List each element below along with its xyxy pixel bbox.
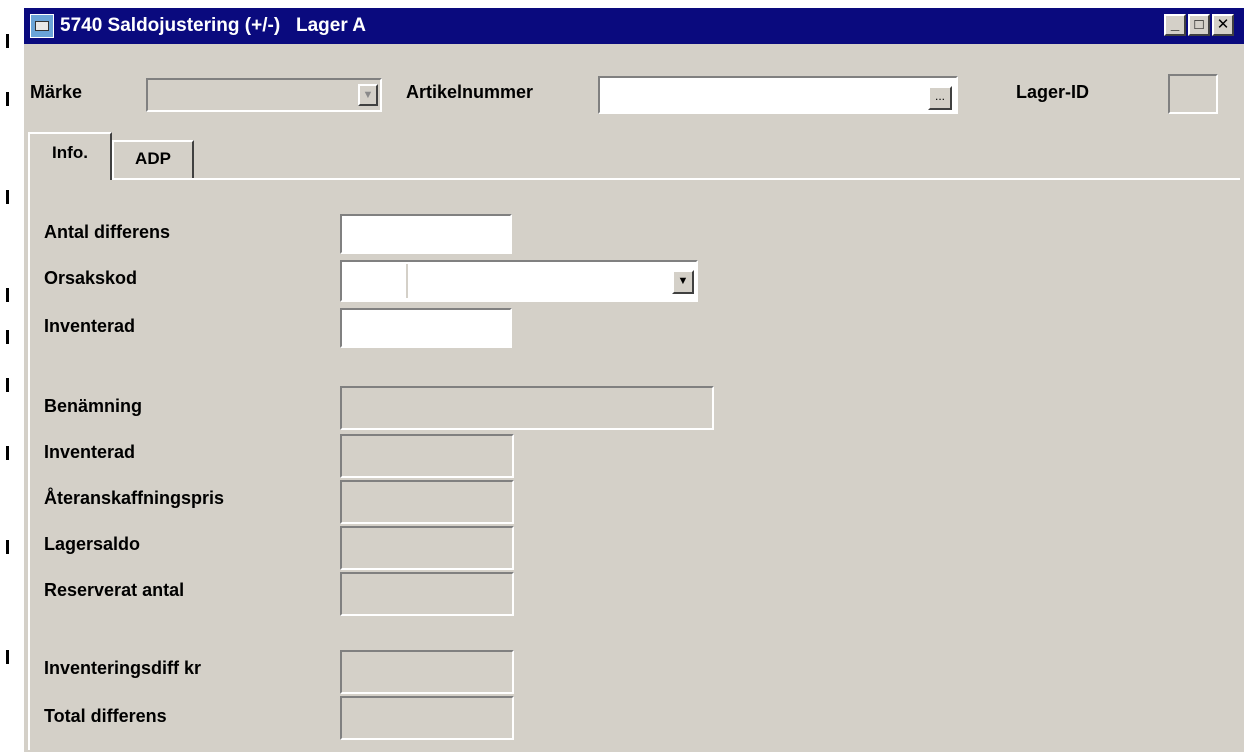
edge-mark xyxy=(6,650,9,664)
marke-label: Märke xyxy=(30,82,83,102)
artikelnummer-field[interactable] xyxy=(598,76,958,114)
orsakskod-label: Orsakskod xyxy=(44,268,138,288)
artikelnummer-input[interactable] xyxy=(600,78,956,112)
antal-differens-field[interactable] xyxy=(340,214,512,254)
inventerad-input[interactable] xyxy=(342,310,510,346)
close-button[interactable]: ✕ xyxy=(1212,14,1234,36)
inventerad-field[interactable] xyxy=(340,308,512,348)
artikelnummer-label: Artikelnummer xyxy=(406,82,534,102)
window-title: 5740 Saldojustering (+/-) Lager A xyxy=(60,15,367,36)
orsakskod-divider xyxy=(406,264,408,298)
background-edge xyxy=(0,0,22,752)
benamning-label: Benämning xyxy=(44,396,143,416)
inventeringsdiff-kr-field xyxy=(340,650,514,694)
antal-differens-label: Antal differens xyxy=(44,222,171,242)
reserverat-antal-label: Reserverat antal xyxy=(44,580,185,600)
edge-mark xyxy=(6,330,9,344)
inventerad-readonly-label: Inventerad xyxy=(44,442,136,462)
chevron-down-icon[interactable]: ▼ xyxy=(358,84,378,106)
inventeringsdiff-kr-label: Inventeringsdiff kr xyxy=(44,658,202,678)
lager-id-label: Lager-ID xyxy=(1016,82,1090,102)
tab-adp[interactable]: ADP xyxy=(112,140,194,178)
minimize-button[interactable]: _ xyxy=(1164,14,1186,36)
chevron-down-icon[interactable]: ▼ xyxy=(672,270,694,294)
inventerad-label: Inventerad xyxy=(44,316,136,336)
lager-id-field xyxy=(1168,74,1218,114)
title-bar[interactable]: 5740 Saldojustering (+/-) Lager A _ □ ✕ xyxy=(24,8,1244,44)
benamning-field xyxy=(340,386,714,430)
edge-mark xyxy=(6,288,9,302)
orsakskod-dropdown[interactable]: ▼ xyxy=(340,260,698,302)
edge-mark xyxy=(6,34,9,48)
edge-mark xyxy=(6,540,9,554)
tab-info[interactable]: Info. xyxy=(28,132,112,180)
edge-mark xyxy=(6,446,9,460)
lagersaldo-field xyxy=(340,526,514,570)
maximize-button[interactable]: □ xyxy=(1188,14,1210,36)
total-differens-field xyxy=(340,696,514,740)
lagersaldo-label: Lagersaldo xyxy=(44,534,141,554)
marke-dropdown[interactable]: ▼ xyxy=(146,78,382,112)
edge-mark xyxy=(6,378,9,392)
app-icon[interactable] xyxy=(30,14,54,38)
reserverat-antal-field xyxy=(340,572,514,616)
ateranskaffningspris-label: Återanskaffningspris xyxy=(44,488,225,508)
saldojustering-window: 5740 Saldojustering (+/-) Lager A _ □ ✕ … xyxy=(22,6,1244,752)
edge-mark xyxy=(6,190,9,204)
browse-button[interactable]: ... xyxy=(928,86,952,110)
antal-differens-input[interactable] xyxy=(342,216,510,252)
edge-mark xyxy=(6,92,9,106)
ateranskaffningspris-field xyxy=(340,480,514,524)
inventerad-readonly-field xyxy=(340,434,514,478)
total-differens-label: Total differens xyxy=(44,706,167,726)
